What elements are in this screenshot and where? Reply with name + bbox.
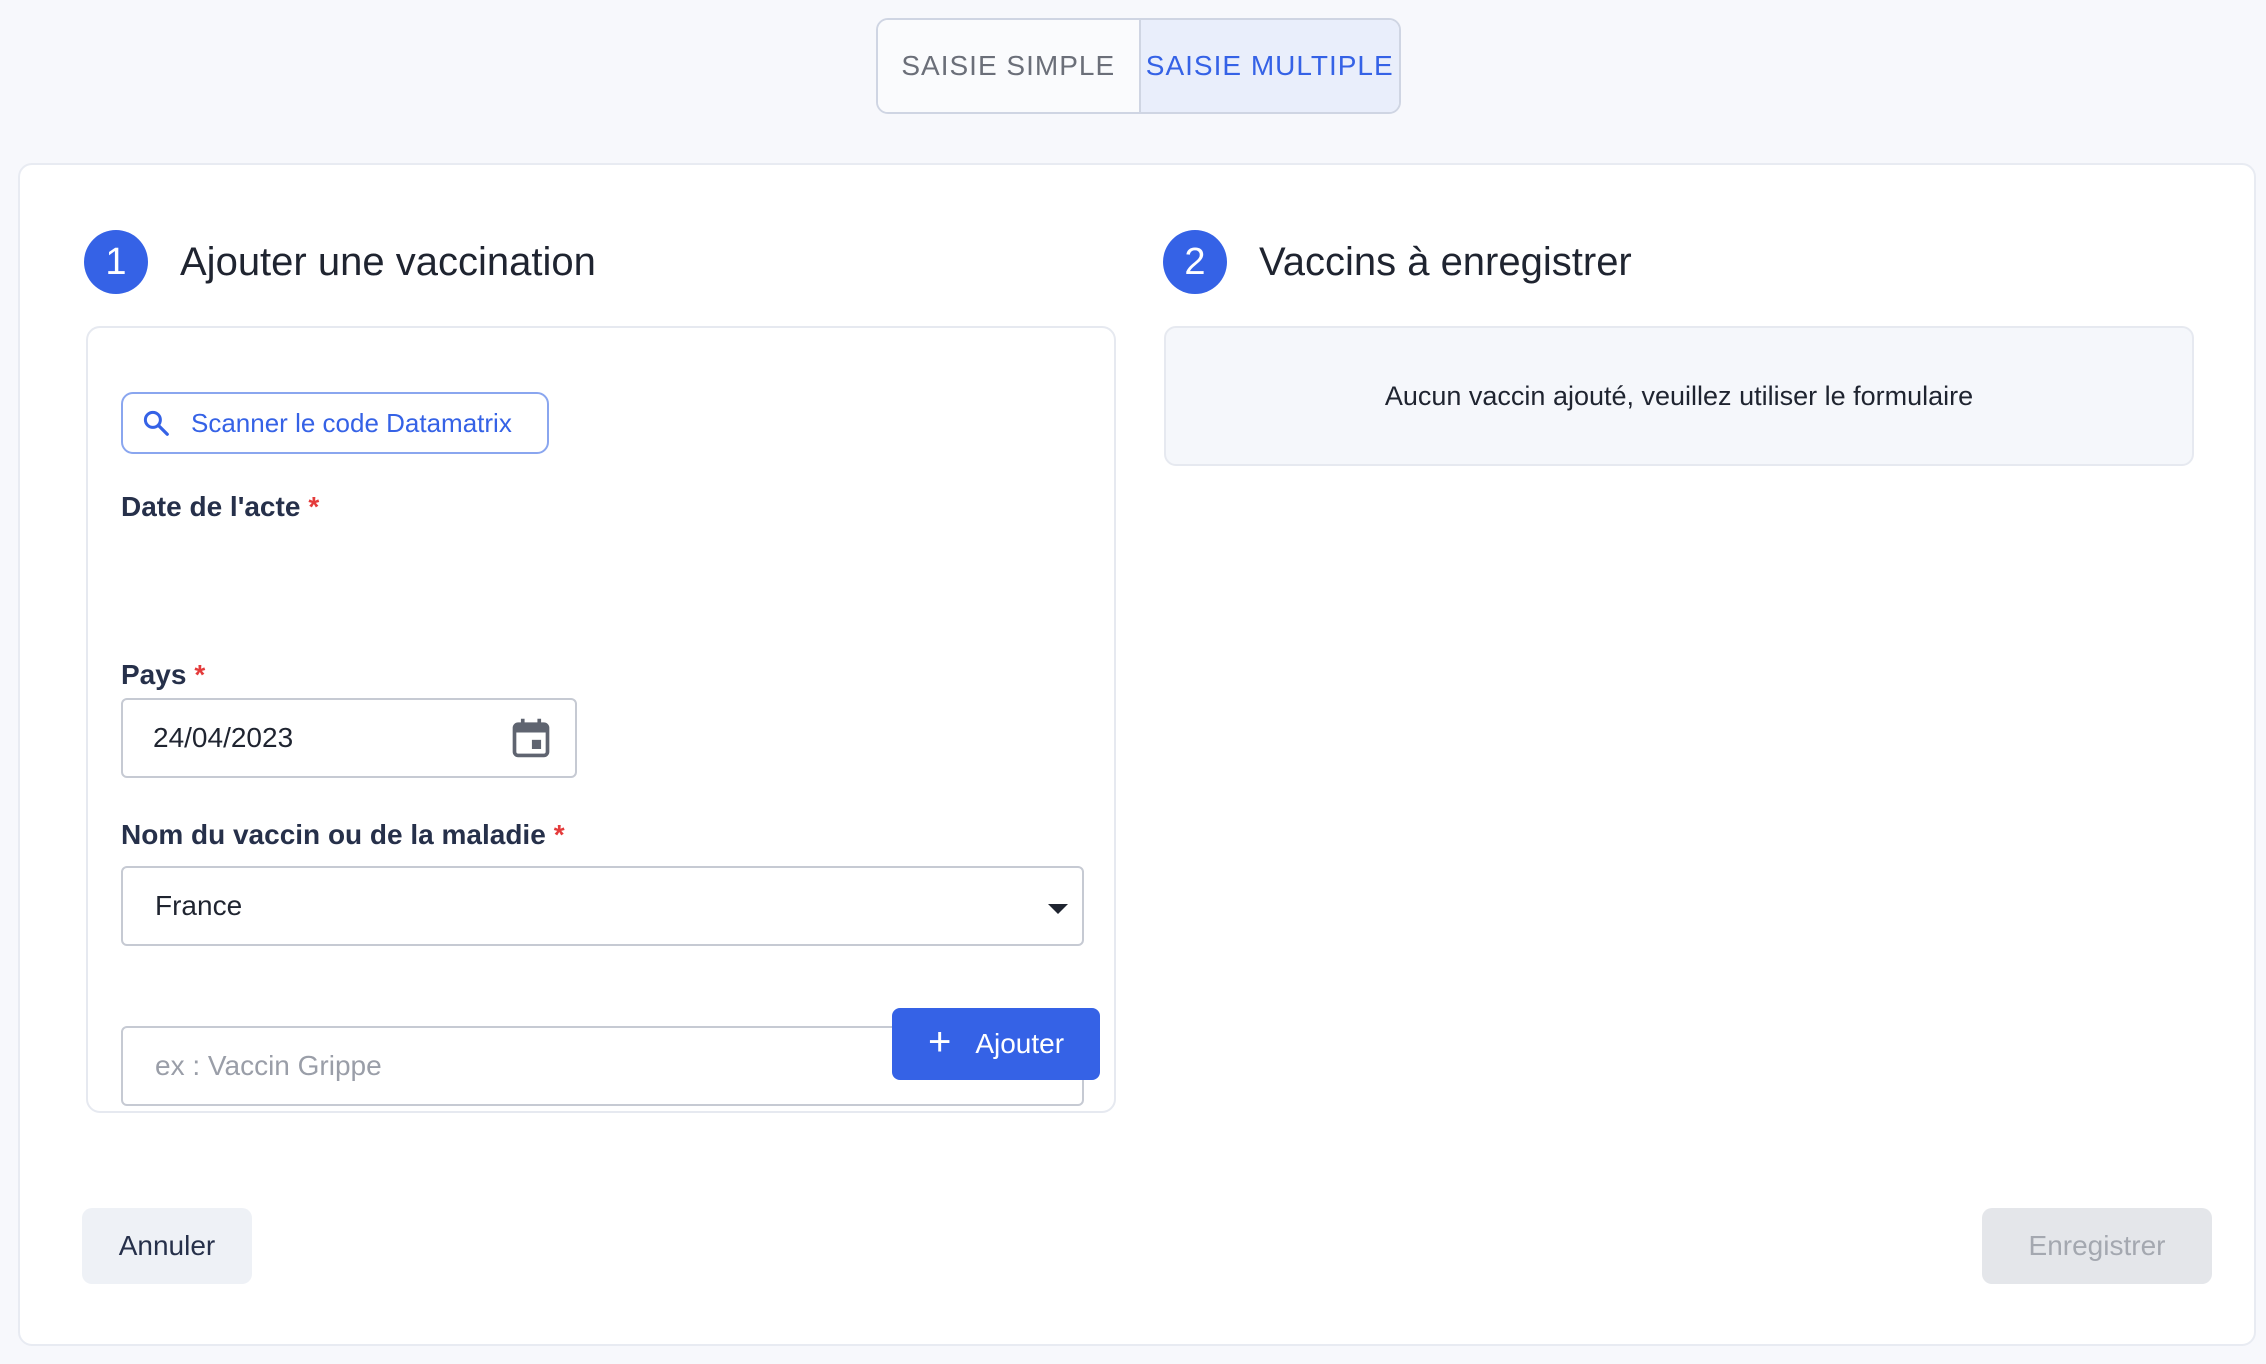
- cancel-button[interactable]: Annuler: [82, 1208, 252, 1284]
- tab-saisie-multiple[interactable]: SAISIE MULTIPLE: [1138, 20, 1399, 112]
- country-select[interactable]: France: [121, 866, 1084, 946]
- vaccine-label-text: Nom du vaccin ou de la maladie: [121, 819, 546, 850]
- add-button-label: Ajouter: [975, 1028, 1065, 1059]
- date-label-text: Date de l'acte: [121, 491, 301, 522]
- save-button[interactable]: Enregistrer: [1982, 1208, 2212, 1284]
- scan-datamatrix-button[interactable]: Scanner le code Datamatrix: [121, 392, 549, 454]
- vaccination-card: 1 Ajouter une vaccination 2 Vaccins à en…: [18, 163, 2256, 1346]
- country-label-text: Pays: [121, 659, 187, 690]
- add-vaccination-form: Scanner le code Datamatrix Date de l'act…: [86, 326, 1116, 1113]
- plus-icon: +: [927, 1020, 952, 1064]
- date-value: 24/04/2023: [153, 722, 294, 753]
- step-1-badge: 1: [84, 230, 148, 294]
- tab-saisie-simple[interactable]: SAISIE SIMPLE: [878, 20, 1139, 112]
- country-value: France: [155, 890, 243, 921]
- vaccine-field-label: Nom du vaccin ou de la maladie *: [121, 819, 565, 851]
- chevron-down-icon: [1048, 904, 1068, 914]
- date-field[interactable]: 24/04/2023: [121, 698, 577, 778]
- step-1-header: 1 Ajouter une vaccination: [84, 230, 596, 294]
- vaccine-placeholder: ex : Vaccin Grippe: [155, 1050, 382, 1081]
- country-field-label: Pays *: [121, 659, 205, 691]
- step-1-title: Ajouter une vaccination: [180, 239, 596, 284]
- add-vaccination-button[interactable]: + Ajouter: [892, 1008, 1100, 1080]
- vaccines-empty-state: Aucun vaccin ajouté, veuillez utiliser l…: [1164, 326, 2194, 466]
- calendar-icon[interactable]: [509, 716, 553, 760]
- scan-datamatrix-label: Scanner le code Datamatrix: [191, 407, 512, 438]
- step-2-badge: 2: [1163, 230, 1227, 294]
- step-2-header: 2 Vaccins à enregistrer: [1163, 230, 1632, 294]
- empty-message: Aucun vaccin ajouté, veuillez utiliser l…: [1384, 380, 1974, 411]
- step-2-title: Vaccins à enregistrer: [1259, 239, 1632, 284]
- required-marker: *: [553, 819, 565, 850]
- required-marker: *: [308, 491, 320, 522]
- search-icon: [143, 410, 169, 436]
- required-marker: *: [194, 659, 206, 690]
- entry-mode-toggle: SAISIE SIMPLE SAISIE MULTIPLE: [876, 18, 1401, 114]
- date-field-label: Date de l'acte *: [121, 491, 319, 523]
